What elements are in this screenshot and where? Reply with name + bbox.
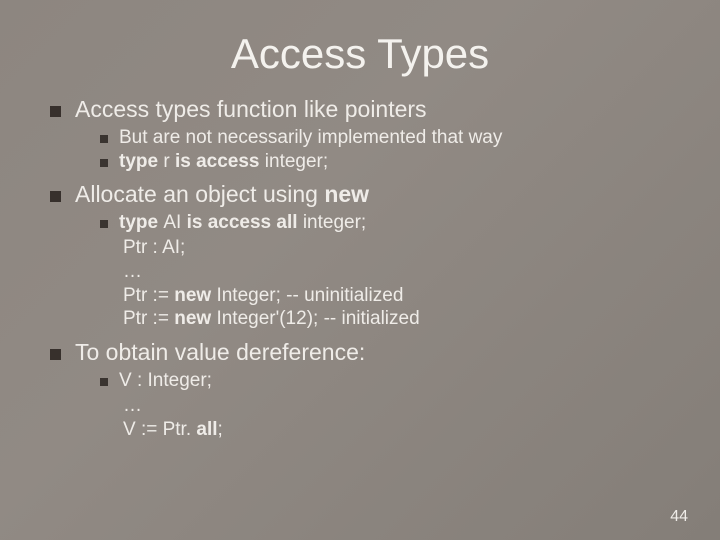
slide: Access Types Access types function like … [0, 0, 720, 540]
bullet-icon [100, 135, 108, 143]
kw-type: type [119, 212, 163, 233]
bullet-access-types: Access types function like pointers [50, 96, 670, 123]
kw-new: new [174, 308, 216, 329]
code-text: Ptr := [123, 285, 174, 306]
bullet-text: type r is access integer; [119, 151, 670, 173]
code-text: Integer'(12); -- initialized [216, 308, 419, 329]
slide-title: Access Types [50, 30, 670, 78]
code-block-allocate: Ptr : AI; … Ptr := new Integer; -- unini… [123, 236, 670, 331]
bullet-icon [100, 378, 108, 386]
sub-bullet-v-integer: V : Integer; [100, 370, 670, 392]
code-line: V := Ptr. all; [123, 418, 670, 442]
code-line: … [123, 260, 670, 284]
kw-type: type [119, 151, 163, 172]
bullet-icon [50, 106, 61, 117]
page-number: 44 [670, 508, 688, 526]
code-text: Integer; -- uninitialized [216, 285, 403, 306]
sub-bullet-not-implemented: But are not necessarily implemented that… [100, 127, 670, 149]
bullet-text: Access types function like pointers [75, 96, 670, 123]
bullet-icon [50, 349, 61, 360]
text-allocate: Allocate an object using [75, 181, 324, 207]
bullet-text: But are not necessarily implemented that… [119, 127, 670, 149]
ident-ai: AI [163, 212, 181, 233]
kw-new: new [174, 285, 216, 306]
code-block-deref: … V := Ptr. all; [123, 394, 670, 442]
bullet-icon [50, 191, 61, 202]
sub-bullet-type-ai: type AI is access all integer; [100, 212, 670, 234]
ident-integer: integer; [303, 212, 366, 233]
kw-is-access: is access [170, 151, 265, 172]
kw-new: new [324, 181, 369, 207]
bullet-dereference: To obtain value dereference: [50, 339, 670, 366]
bullet-text: To obtain value dereference: [75, 339, 670, 366]
kw-is-access-all: is access all [181, 212, 303, 233]
bullet-text: V : Integer; [119, 370, 670, 392]
code-text: ; [218, 419, 223, 440]
bullet-allocate: Allocate an object using new [50, 181, 670, 208]
ident-integer: integer; [265, 151, 328, 172]
code-text: V := Ptr. [123, 419, 196, 440]
bullet-icon [100, 220, 108, 228]
bullet-text: Allocate an object using new [75, 181, 670, 208]
sub-bullet-type-r: type r is access integer; [100, 151, 670, 173]
bullet-text: type AI is access all integer; [119, 212, 670, 234]
code-line: Ptr : AI; [123, 236, 670, 260]
code-line: Ptr := new Integer; -- uninitialized [123, 284, 670, 308]
code-line: Ptr := new Integer'(12); -- initialized [123, 307, 670, 331]
bullet-icon [100, 159, 108, 167]
code-text: Ptr := [123, 308, 174, 329]
code-line: … [123, 394, 670, 418]
kw-all: all [196, 419, 217, 440]
